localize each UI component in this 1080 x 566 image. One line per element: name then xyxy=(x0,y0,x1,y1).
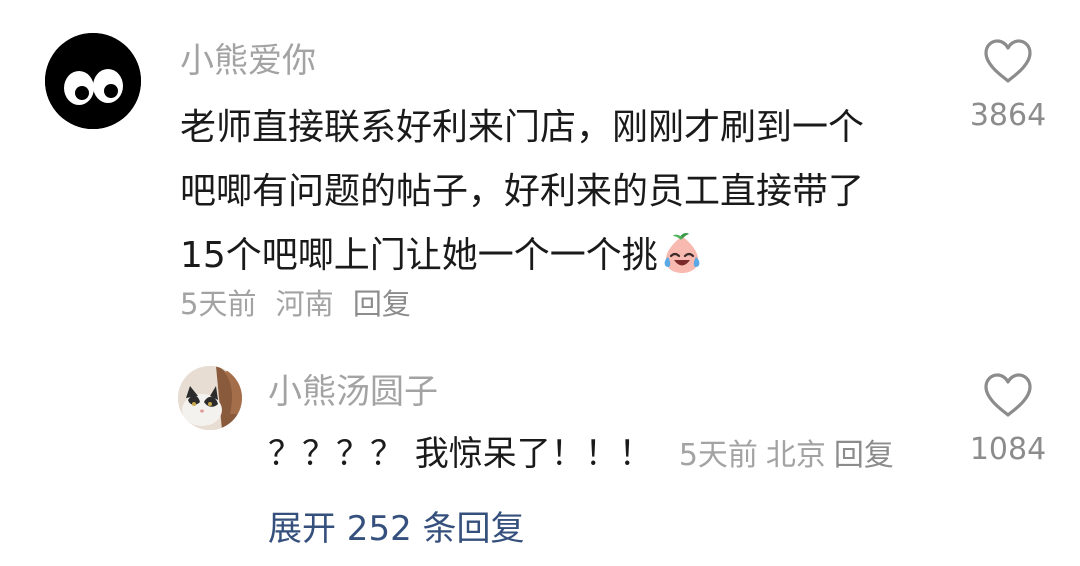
heart-icon xyxy=(984,39,1032,83)
reply-user-avatar[interactable] xyxy=(178,366,242,430)
like-button[interactable]: 3864 xyxy=(953,38,1063,136)
user-avatar[interactable] xyxy=(45,33,141,129)
reply-text: ？？？？ 我惊呆了！！！ xyxy=(268,434,653,474)
like-count: 3864 xyxy=(969,98,1047,133)
reply-location: 北京 xyxy=(765,438,826,473)
comment-meta: 5天前 河南 回复 xyxy=(180,284,421,324)
comment-text-segment: 15个吧唧上门让她一个一个挑 xyxy=(180,235,658,276)
reply-meta: 5天前 北京 回复 xyxy=(679,438,902,473)
cat-photo-avatar-icon xyxy=(178,366,242,430)
reply-text-row: ？？？？ 我惊呆了！！！ 5天前 北京 回复 xyxy=(268,430,902,480)
reply-reply-button[interactable]: 回复 xyxy=(834,438,894,473)
reply-time: 5天前 xyxy=(678,438,758,473)
comment-text-line: 15个吧唧上门让她一个一个挑 xyxy=(180,224,940,288)
reply-username[interactable]: 小熊汤圆子 xyxy=(268,371,438,413)
cartoon-eyes-avatar-icon xyxy=(45,33,141,129)
comment-username[interactable]: 小熊爱你 xyxy=(180,40,316,82)
reply-button[interactable]: 回复 xyxy=(353,287,411,321)
reply-like-count: 1084 xyxy=(969,432,1047,467)
heart-icon xyxy=(984,373,1032,417)
expand-replies-button[interactable]: 展开 252 条回复 xyxy=(268,505,525,553)
comment-text: 老师直接联系好利来门店，刚刚才刷到一个 吧唧有问题的帖子，好利来的员工直接带了 … xyxy=(180,96,940,288)
reply-like-button[interactable]: 1084 xyxy=(953,372,1063,470)
comment-time: 5天前 xyxy=(180,287,257,321)
comment-text-line: 老师直接联系好利来门店，刚刚才刷到一个 xyxy=(180,107,865,148)
comment-text-line: 吧唧有问题的帖子，好利来的员工直接带了 xyxy=(180,171,865,212)
comment-location: 河南 xyxy=(275,287,334,321)
crying-laughing-emoji-icon xyxy=(664,233,700,273)
